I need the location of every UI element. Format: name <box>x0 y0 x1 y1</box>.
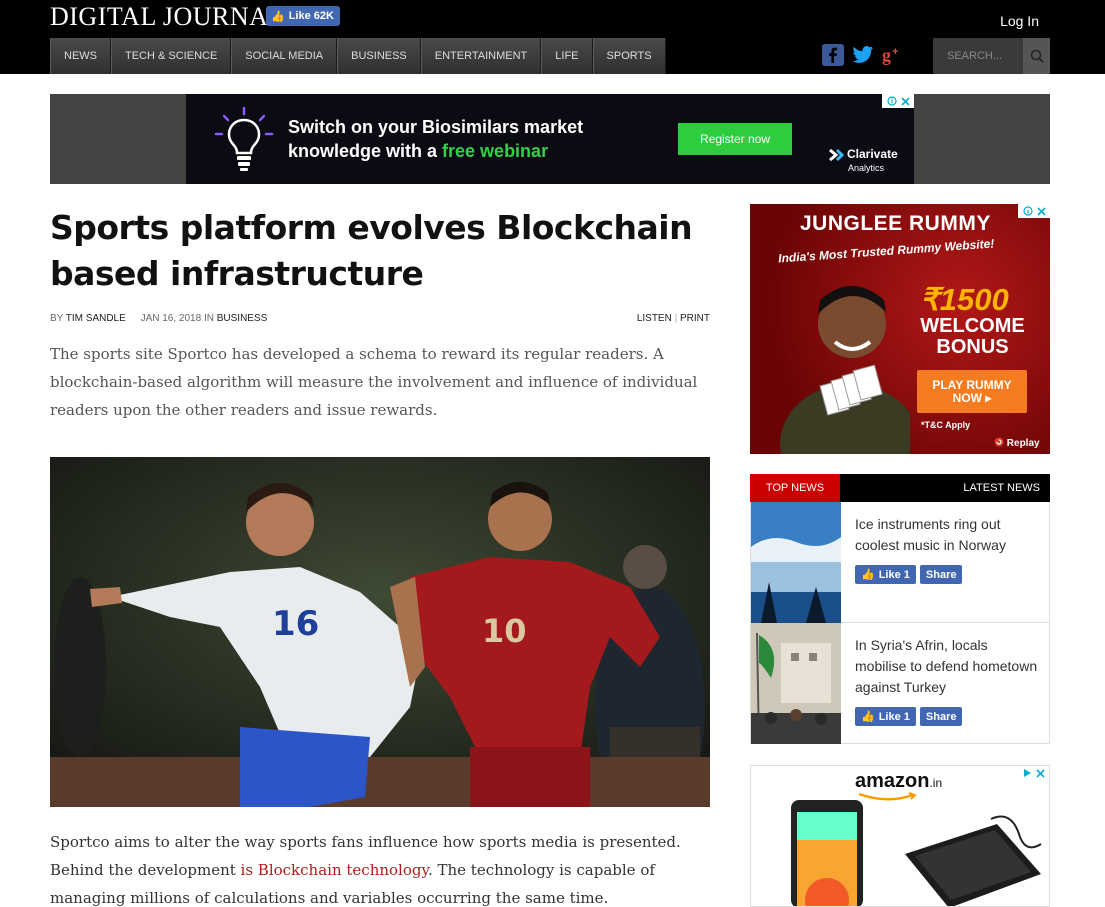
facebook-icon[interactable] <box>822 44 844 66</box>
keyboard-product-image <box>905 815 1042 906</box>
amazon-logo-suffix: .in <box>929 776 943 790</box>
news-tabs: TOP NEWS LATEST NEWS <box>750 474 1050 502</box>
jersey-number-16: 16 <box>272 604 319 644</box>
site-logo[interactable]: DIGITAL JOURNAL <box>50 2 285 32</box>
amazon-adchoices-icon[interactable] <box>1017 766 1049 780</box>
welcome-bonus-text: WELCOME BONUS <box>920 315 1025 358</box>
replay-label: Replay <box>1006 438 1040 449</box>
news-thumbnail[interactable] <box>751 502 841 623</box>
smartphone-product-image <box>791 800 863 906</box>
clarivate-mark-icon <box>829 148 845 162</box>
listen-link[interactable]: LISTEN <box>637 313 672 324</box>
login-link[interactable]: Log In <box>1000 13 1039 29</box>
search-input[interactable] <box>933 38 1023 74</box>
spokesperson-image <box>780 286 910 454</box>
category-link[interactable]: BUSINESS <box>217 313 268 324</box>
news-title[interactable]: Ice instruments ring out coolest music i… <box>855 514 1040 556</box>
close-icon[interactable] <box>900 96 910 106</box>
byline-by: BY <box>50 313 64 324</box>
site-header: DIGITAL JOURNAL 👍 Like 62K Log In NEWS T… <box>0 0 1105 74</box>
tab-top-news[interactable]: TOP NEWS <box>750 474 840 502</box>
amazon-logo: amazon.in <box>855 770 942 793</box>
svg-text:+: + <box>892 46 898 58</box>
banner-line-2: knowledge with a free webinar <box>288 139 583 163</box>
thumbs-up-icon: 👍 <box>861 569 875 581</box>
article-title: Sports platform evolves Blockchain based… <box>50 208 693 293</box>
nav-news[interactable]: NEWS <box>50 38 111 74</box>
thumbs-up-icon: 👍 <box>271 10 285 23</box>
nav-sports[interactable]: SPORTS <box>592 38 666 74</box>
like-label: Like 1 <box>878 710 910 723</box>
list-item[interactable]: In Syria's Afrin, locals mobilise to def… <box>751 623 1049 744</box>
tab-latest-news[interactable]: LATEST NEWS <box>840 474 1050 502</box>
jersey-number-10: 10 <box>482 612 527 650</box>
facebook-like-button[interactable]: 👍 Like 62K <box>266 6 340 26</box>
news-social-buttons: 👍 Like 1 Share <box>855 707 963 726</box>
svg-text:g: g <box>882 45 891 65</box>
google-plus-icon[interactable]: g + <box>882 44 904 66</box>
publish-date: JAN 16, 2018 <box>140 313 202 324</box>
banner-line-2-prefix: knowledge with a <box>288 141 443 161</box>
nav-life[interactable]: LIFE <box>541 38 593 74</box>
facebook-share-button[interactable]: Share <box>919 565 963 584</box>
news-title[interactable]: In Syria's Afrin, locals mobilise to def… <box>855 635 1040 698</box>
amazon-ad[interactable]: amazon.in <box>750 765 1050 907</box>
facebook-like-button[interactable]: 👍 Like 1 <box>855 707 916 726</box>
search-box <box>933 38 1050 74</box>
banner-line-1: Switch on your Biosimilars market <box>288 117 584 137</box>
clarivate-brand: Clarivate <box>847 147 898 162</box>
article-photo: 16 10 <box>50 457 710 807</box>
article-byline: BY TIM SANDLE JAN 16, 2018 IN BUSINESS L… <box>50 313 710 324</box>
print-link[interactable]: PRINT <box>680 313 710 324</box>
nav-business[interactable]: BUSINESS <box>337 38 421 74</box>
amazon-smile-icon <box>858 792 917 801</box>
nav-entertainment[interactable]: ENTERTAINMENT <box>420 38 542 74</box>
nav-social-media[interactable]: SOCIAL MEDIA <box>231 38 338 74</box>
rummy-adchoices-icon[interactable] <box>1018 204 1050 218</box>
rummy-close-icon[interactable] <box>1036 206 1046 216</box>
banner-ad-container: Switch on your Biosimilars market knowle… <box>50 94 1050 184</box>
news-thumbnail[interactable] <box>751 623 841 744</box>
search-icon <box>1030 49 1044 63</box>
facebook-like-label: Like 62K <box>288 10 334 22</box>
facebook-share-button[interactable]: Share <box>919 707 963 726</box>
author-link[interactable]: TIM SANDLE <box>66 313 126 324</box>
banner-highlight: free webinar <box>442 141 549 161</box>
bonus-amount: ₹1500 <box>920 282 1009 317</box>
thumbs-up-icon: 👍 <box>861 711 875 723</box>
amazon-close-icon[interactable] <box>1035 768 1045 778</box>
news-list: Ice instruments ring out coolest music i… <box>750 502 1050 744</box>
adchoices-icon[interactable] <box>882 94 914 108</box>
search-button[interactable] <box>1023 38 1050 74</box>
replay-button[interactable]: Replay <box>994 437 1040 449</box>
main-nav: NEWS TECH & SCIENCE SOCIAL MEDIA BUSINES… <box>50 38 666 74</box>
amazon-logo-word: amazon <box>855 770 930 792</box>
register-now-button[interactable]: Register now <box>678 123 792 155</box>
like-label: Like 1 <box>878 568 910 581</box>
lightbulb-icon <box>214 106 274 171</box>
list-item[interactable]: Ice instruments ring out coolest music i… <box>751 502 1049 623</box>
clarivate-logo: Clarivate Analytics <box>828 148 898 174</box>
rummy-tagline: India's Most Trusted Rummy Website! <box>777 236 995 266</box>
article-body: Sportco aims to alter the way sports fan… <box>50 828 710 907</box>
replay-icon <box>994 437 1004 447</box>
blockchain-link[interactable]: is Blockchain technology <box>241 861 428 879</box>
biosimilars-banner-ad[interactable]: Switch on your Biosimilars market knowle… <box>186 94 914 184</box>
article-tools: LISTEN | PRINT <box>637 313 710 324</box>
tools-separator: | <box>674 313 678 324</box>
tnc-text: *T&C Apply <box>921 420 971 430</box>
banner-headline: Switch on your Biosimilars market knowle… <box>288 115 583 163</box>
social-links: g + <box>822 44 904 66</box>
nav-tech-science[interactable]: TECH & SCIENCE <box>111 38 232 74</box>
article-lead: The sports site Sportco has developed a … <box>50 345 698 419</box>
clarivate-sub: Analytics <box>848 163 885 173</box>
play-rummy-button[interactable]: PLAY RUMMY NOW ▸ <box>917 370 1027 413</box>
twitter-icon[interactable] <box>852 44 874 66</box>
junglee-rummy-ad[interactable]: JUNGLEE RUMMY India's Most Trusted Rummy… <box>750 204 1050 454</box>
junglee-logo: JUNGLEE RUMMY <box>800 212 991 235</box>
facebook-like-button[interactable]: 👍 Like 1 <box>855 565 916 584</box>
byline-in: IN <box>203 313 214 324</box>
news-social-buttons: 👍 Like 1 Share <box>855 565 963 584</box>
